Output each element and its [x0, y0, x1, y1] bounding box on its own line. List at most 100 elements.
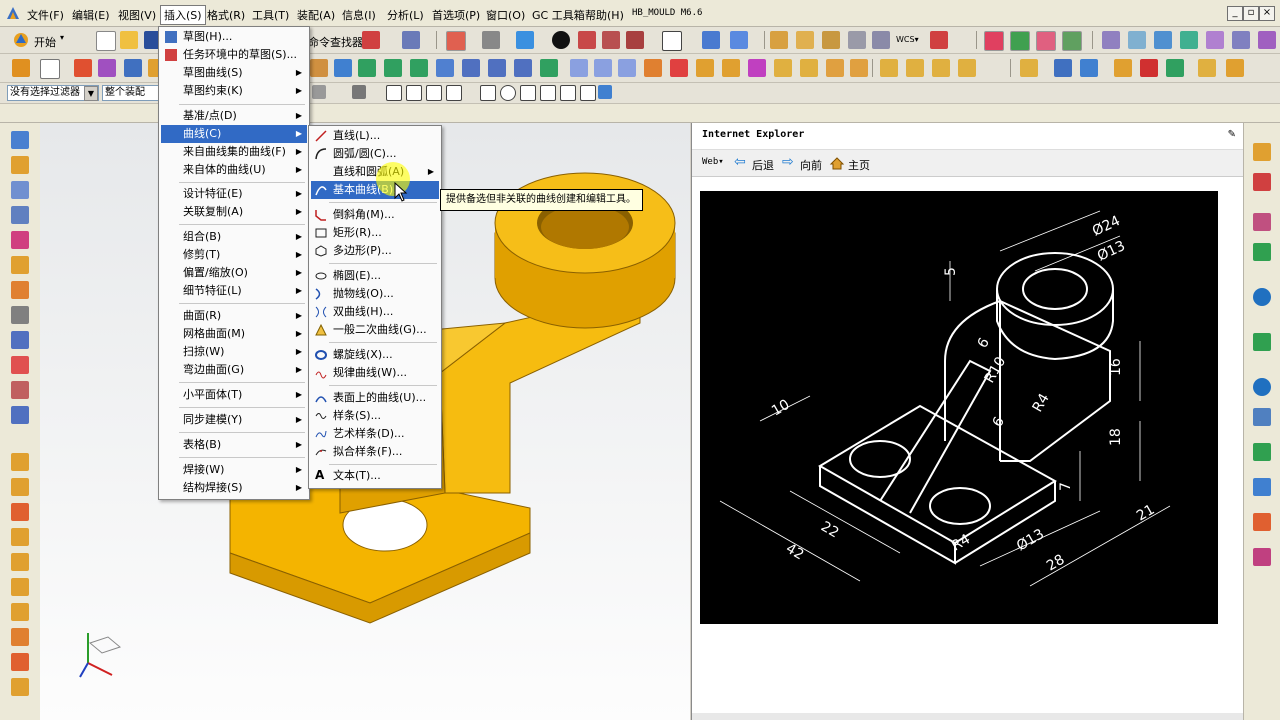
chevron-down-icon[interactable]: ▾ — [60, 33, 64, 42]
left-tool-6-icon[interactable] — [11, 256, 29, 274]
system-scenes-icon[interactable] — [1253, 548, 1271, 566]
menu-item-sync-modeling[interactable]: 同步建模(Y) ▶ — [161, 411, 307, 429]
menu-item-associative-copy[interactable]: 关联复制(A) ▶ — [161, 203, 307, 221]
menu-item-general-conic[interactable]: 一般二次曲线(G)... — [311, 321, 439, 339]
hb-icon-8[interactable] — [1226, 59, 1244, 77]
menu-item-curve-on-surface[interactable]: 表面上的曲线(U)... — [311, 389, 439, 407]
rotate-view-icon[interactable] — [482, 31, 500, 49]
forward-button[interactable]: 向前 — [800, 157, 822, 173]
menu-item-curve-from-body[interactable]: 来自体的曲线(U) ▶ — [161, 161, 307, 179]
sync-icon-1[interactable] — [880, 59, 898, 77]
constraint-navigator-icon[interactable] — [1253, 173, 1271, 191]
intersect-icon[interactable] — [540, 59, 558, 77]
favorites-icon[interactable] — [984, 31, 1004, 51]
left-tool-17-icon[interactable] — [11, 553, 29, 571]
ie-horizontal-scrollbar[interactable] — [692, 713, 1244, 720]
reuse-library-icon[interactable] — [1253, 243, 1271, 261]
background-icon[interactable] — [662, 31, 682, 51]
menu-item-sweep[interactable]: 扫掠(W) ▶ — [161, 343, 307, 361]
menu-insert[interactable]: 插入(S) — [160, 5, 206, 25]
select-all-icon[interactable] — [352, 85, 366, 99]
menu-item-offset-scale[interactable]: 偏置/缩放(O) ▶ — [161, 264, 307, 282]
menu-item-hyperbola[interactable]: 双曲线(H)... — [311, 303, 439, 321]
left-tool-8-icon[interactable] — [11, 306, 29, 324]
unite-icon[interactable] — [488, 59, 506, 77]
menu-item-studio-spline[interactable]: 艺术样条(D)... — [311, 425, 439, 443]
draft-icon[interactable] — [644, 59, 662, 77]
left-tool-7-icon[interactable] — [11, 281, 29, 299]
left-tool-16-icon[interactable] — [11, 528, 29, 546]
pin-icon[interactable]: ✎ — [1228, 129, 1236, 140]
home-button[interactable]: 主页 — [848, 157, 870, 173]
left-tool-5-icon[interactable] — [11, 231, 29, 249]
menu-view[interactable]: 视图(V) — [118, 7, 156, 23]
left-tool-22-icon[interactable] — [11, 678, 29, 696]
system-materials-icon[interactable] — [1253, 408, 1271, 426]
mould-icon-2[interactable] — [1128, 31, 1146, 49]
menu-item-facet-body[interactable]: 小平面体(T) ▶ — [161, 386, 307, 404]
sketch-toolbar-icon[interactable] — [12, 59, 30, 77]
left-tool-3-icon[interactable] — [11, 181, 29, 199]
left-tool-9-icon[interactable] — [11, 331, 29, 349]
left-tool-11-icon[interactable] — [11, 381, 29, 399]
arc-center-icon[interactable] — [480, 85, 496, 101]
menu-item-mesh-surface[interactable]: 网格曲面(M) ▶ — [161, 325, 307, 343]
move-icon[interactable] — [822, 31, 840, 49]
menu-item-law-curve[interactable]: 规律曲线(W)... — [311, 364, 439, 382]
snap-icon[interactable] — [362, 31, 380, 49]
show-hide-icon[interactable] — [848, 31, 866, 49]
menu-edit[interactable]: 编辑(E) — [72, 7, 110, 23]
mould-icon-5[interactable] — [1206, 31, 1224, 49]
extract-icon[interactable] — [850, 59, 868, 77]
hb-icon-1[interactable] — [1020, 59, 1038, 77]
close-button[interactable]: × — [1259, 6, 1275, 21]
mirror-icon[interactable] — [410, 59, 428, 77]
mould-icon-3[interactable] — [1154, 31, 1172, 49]
orient-icon[interactable] — [702, 31, 720, 49]
deviation-icon[interactable] — [1036, 31, 1056, 51]
layer-icon[interactable] — [770, 31, 788, 49]
menu-item-trim[interactable]: 修剪(T) ▶ — [161, 246, 307, 264]
scale-icon[interactable] — [618, 59, 636, 77]
left-tool-21-icon[interactable] — [11, 653, 29, 671]
menu-window[interactable]: 窗口(O) — [486, 7, 525, 23]
intersection-icon[interactable] — [446, 85, 462, 101]
hb-icon-2[interactable] — [1054, 59, 1072, 77]
menu-item-rectangle[interactable]: 矩形(R)... — [311, 224, 439, 242]
left-tool-4-icon[interactable] — [11, 206, 29, 224]
menu-help[interactable]: 帮助(H) — [585, 7, 624, 23]
left-tool-14-icon[interactable] — [11, 478, 29, 496]
hb-icon-6[interactable] — [1166, 59, 1184, 77]
open-folder-icon[interactable] — [120, 31, 138, 49]
assembly-navigator-icon[interactable] — [1253, 143, 1271, 161]
csys-select-icon[interactable] — [598, 85, 612, 99]
measure-icon[interactable] — [796, 31, 814, 49]
restore-button[interactable]: ▫ — [1243, 6, 1259, 21]
sew-icon[interactable] — [826, 59, 844, 77]
hb-icon-7[interactable] — [1198, 59, 1216, 77]
wireframe-icon[interactable] — [602, 31, 620, 49]
blend-icon[interactable] — [334, 59, 352, 77]
menu-item-sketch[interactable]: 草图(H)... — [161, 28, 307, 46]
left-tool-12-icon[interactable] — [11, 406, 29, 424]
sync-icon-4[interactable] — [958, 59, 976, 77]
menu-item-task-sketch[interactable]: 任务环境中的草图(S)... — [161, 46, 307, 64]
extrude-icon[interactable] — [40, 59, 60, 79]
menu-item-spline[interactable]: 样条(S)... — [311, 407, 439, 425]
menu-format[interactable]: 格式(R) — [207, 7, 245, 23]
menu-item-weld[interactable]: 焊接(W) ▶ — [161, 461, 307, 479]
existing-point-icon[interactable] — [520, 85, 536, 101]
hb-icon-5[interactable] — [1140, 59, 1158, 77]
menu-assembly[interactable]: 装配(A) — [297, 7, 335, 23]
menu-item-arc-circle[interactable]: 圆弧/圆(C)... — [311, 145, 439, 163]
left-tool-18-icon[interactable] — [11, 578, 29, 596]
menu-tools[interactable]: 工具(T) — [252, 7, 289, 23]
bounded-grid-icon[interactable] — [580, 85, 596, 101]
menu-item-derived-curve[interactable]: 来自曲线集的曲线(F) ▶ — [161, 143, 307, 161]
menu-item-combine[interactable]: 组合(B) ▶ — [161, 228, 307, 246]
shell-icon[interactable] — [358, 59, 376, 77]
view-cube-icon[interactable] — [516, 31, 534, 49]
boss-icon[interactable] — [124, 59, 142, 77]
left-tool-13-icon[interactable] — [11, 453, 29, 471]
mould-icon-4[interactable] — [1180, 31, 1198, 49]
